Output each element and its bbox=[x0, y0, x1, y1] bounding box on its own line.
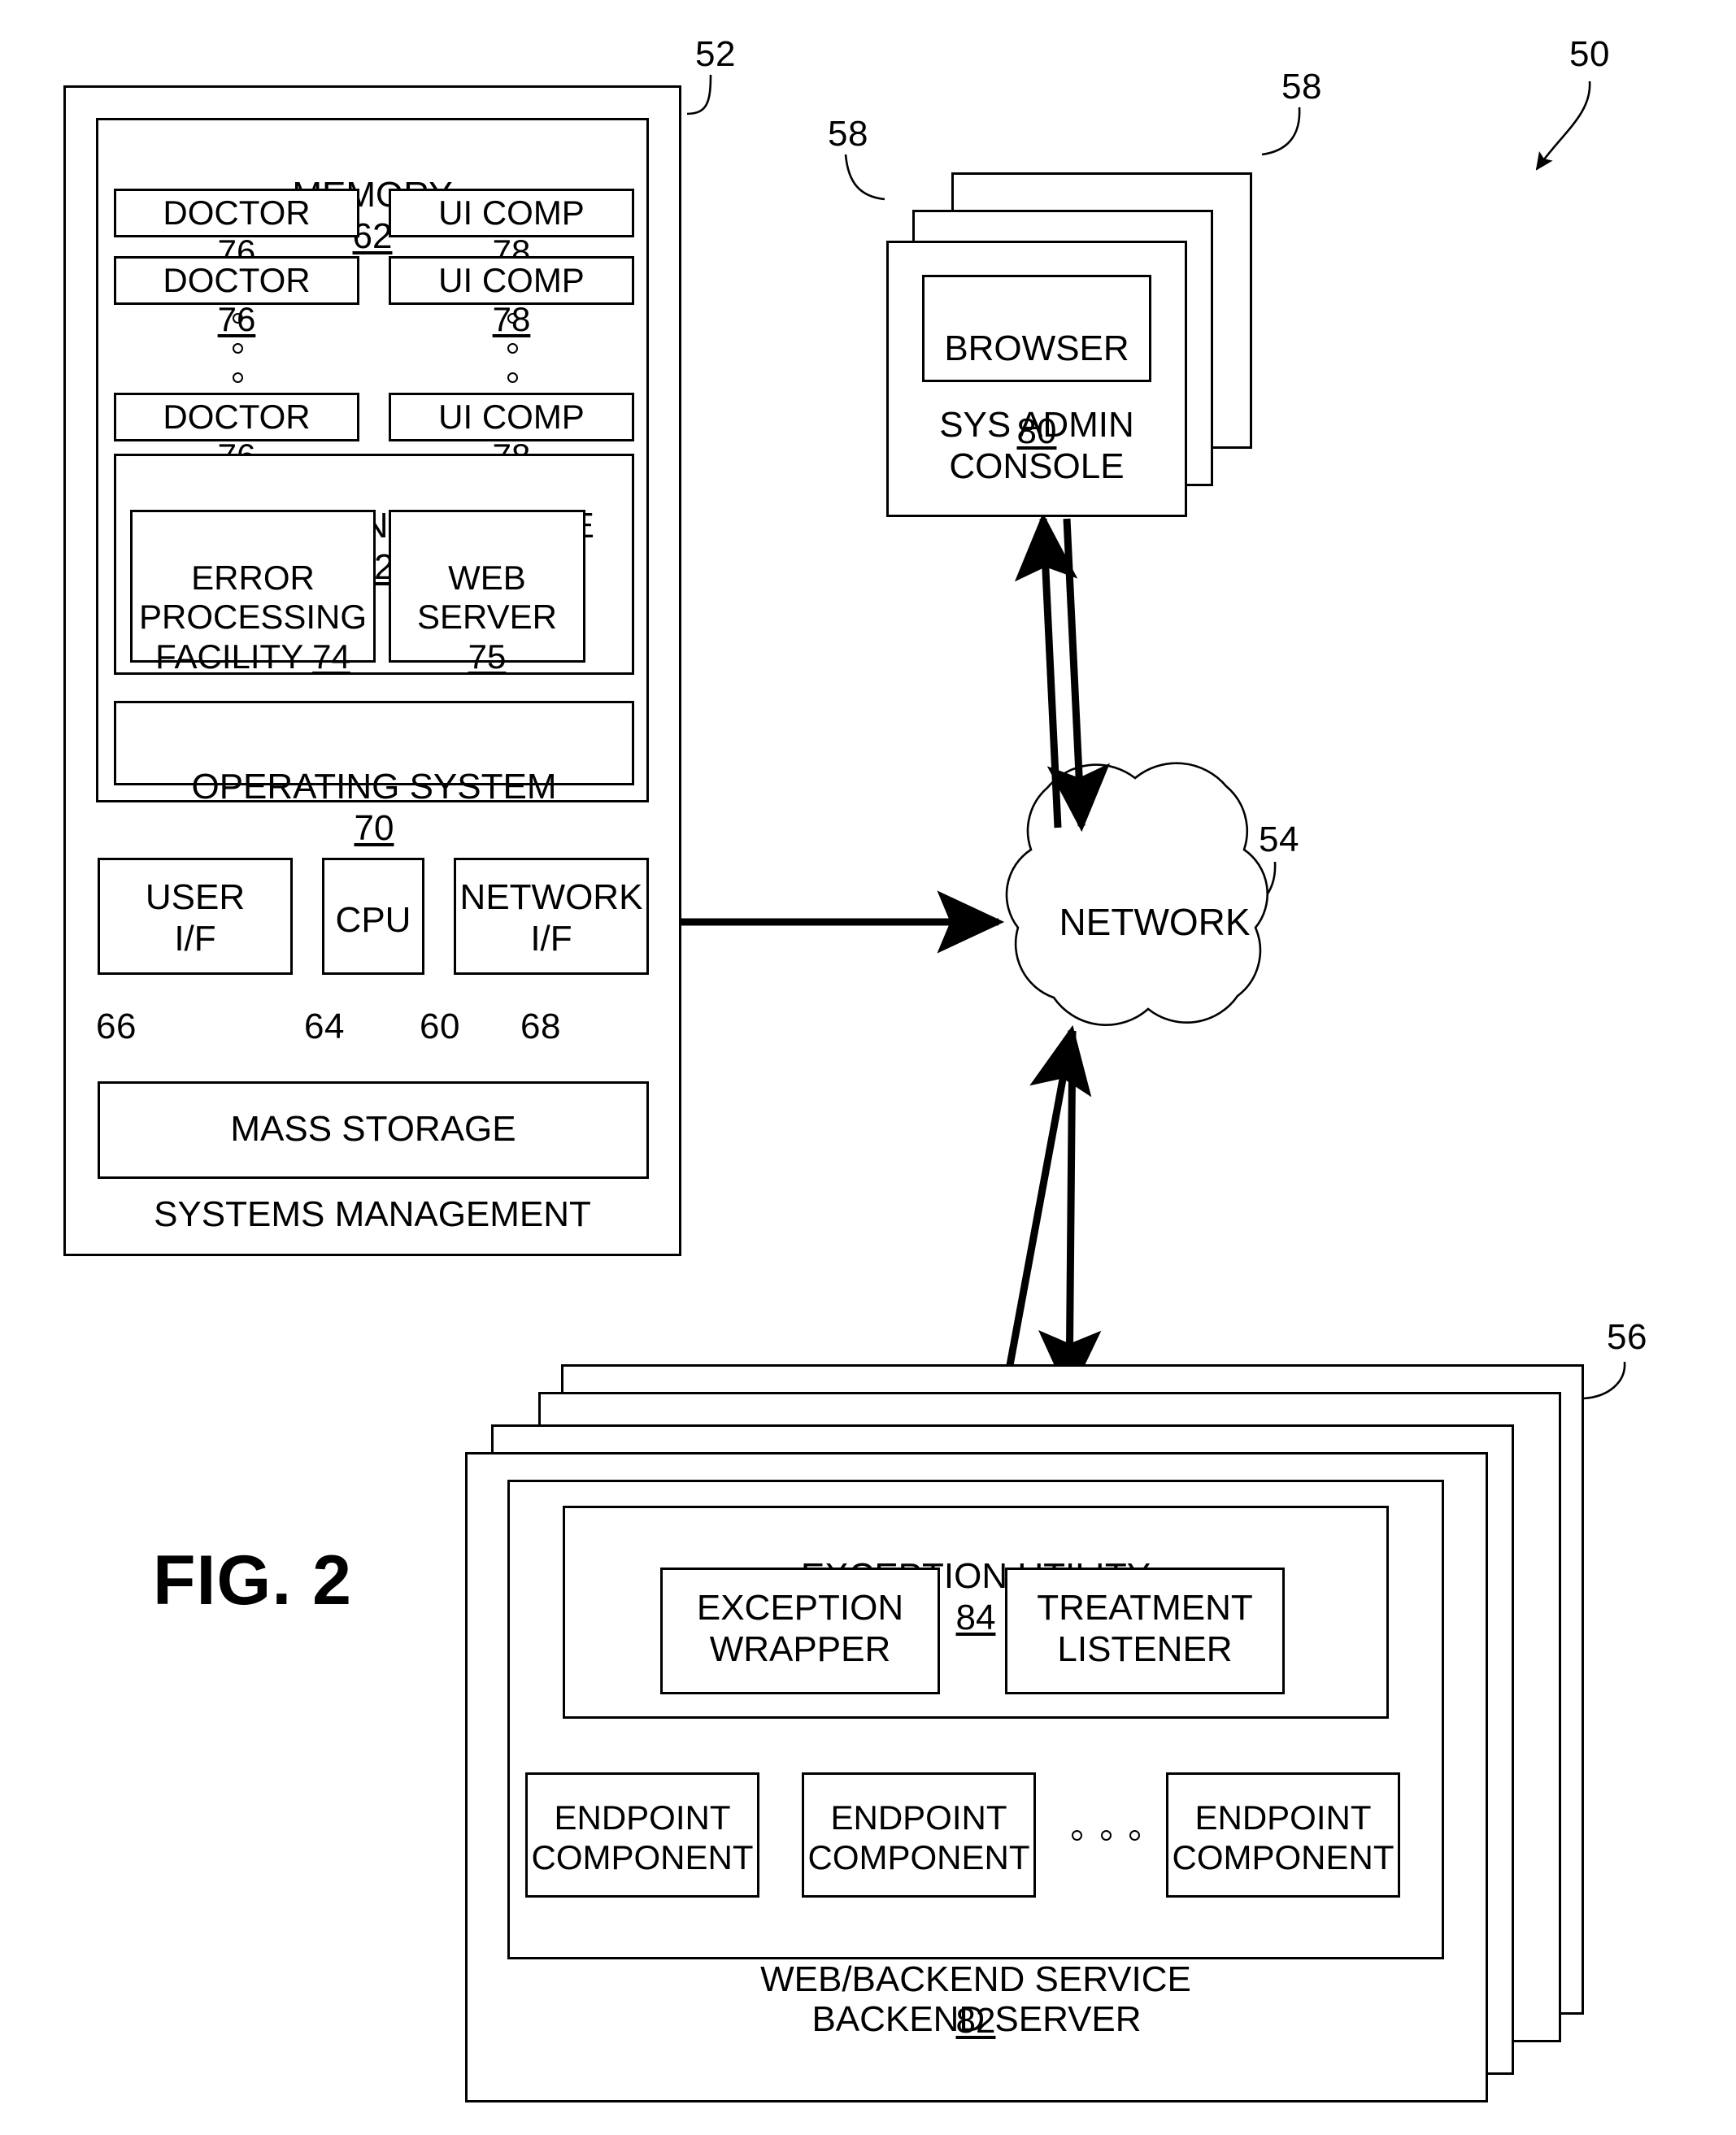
ref-52: 52 bbox=[695, 34, 736, 74]
network-cloud-label: NETWORK bbox=[1059, 901, 1251, 943]
treatment-listener-label: TREATMENT LISTENER bbox=[1037, 1588, 1253, 1670]
ui-comp-box-3: UI COMP 78 bbox=[389, 393, 634, 475]
ref-58-right: 58 bbox=[1281, 67, 1322, 107]
web-server-label: WEB SERVER 75 bbox=[389, 519, 585, 677]
ellipsis-dot bbox=[232, 342, 243, 354]
systems-management-title: SYSTEMS MANAGEMENT bbox=[154, 1194, 591, 1234]
figure-label: FIG. 2 bbox=[153, 1541, 352, 1620]
web-server-text: WEB SERVER bbox=[417, 558, 557, 637]
patent-figure-page: SYSTEMS MANAGEMENT MEMORY 62 DOCTOR 76 D… bbox=[0, 0, 1736, 2135]
browser-text: BROWSER bbox=[944, 328, 1129, 369]
error-processing-facility-ref: 74 bbox=[312, 637, 350, 676]
ui-comp-box-2: UI COMP 78 bbox=[389, 256, 634, 338]
web-backend-service-label: WEB/BACKEND SERVICE 82 bbox=[507, 1917, 1444, 2042]
ellipsis-dot bbox=[232, 313, 243, 324]
exception-utility-ref: 84 bbox=[955, 1598, 996, 1638]
doctor-text-3: DOCTOR bbox=[163, 397, 311, 436]
ref-58-left: 58 bbox=[828, 114, 868, 154]
network-if-label: NETWORK I/F bbox=[459, 877, 643, 959]
exception-wrapper-label: EXCEPTION WRAPPER bbox=[696, 1588, 904, 1670]
doctor-box-3: DOCTOR 76 bbox=[114, 393, 359, 475]
endpoint-component-label-2: ENDPOINT COMPONENT bbox=[807, 1798, 1030, 1876]
web-backend-service-ref: 82 bbox=[955, 2001, 996, 2042]
operating-system-label: OPERATING SYSTEM 70 bbox=[114, 724, 634, 849]
sys-admin-console-title: SYS ADMIN CONSOLE bbox=[939, 405, 1134, 487]
ellipsis-dot bbox=[1129, 1829, 1140, 1841]
ellipsis-dot bbox=[1072, 1829, 1082, 1841]
error-processing-facility-label: ERROR PROCESSING FACILITY 74 bbox=[130, 519, 376, 677]
operating-system-ref: 70 bbox=[354, 808, 394, 849]
ref-60: 60 bbox=[420, 1007, 460, 1046]
doctor-text-2: DOCTOR bbox=[163, 260, 311, 299]
endpoint-component-label-1: ENDPOINT COMPONENT bbox=[531, 1798, 754, 1876]
ellipsis-dot bbox=[507, 342, 518, 354]
ref-68: 68 bbox=[520, 1007, 561, 1046]
mass-storage-label: MASS STORAGE bbox=[230, 1109, 516, 1149]
operating-system-text: OPERATING SYSTEM bbox=[191, 767, 557, 807]
ref-66: 66 bbox=[96, 1007, 137, 1046]
ellipsis-dot bbox=[507, 313, 518, 324]
ref-64: 64 bbox=[304, 1007, 345, 1046]
endpoint-component-label-3: ENDPOINT COMPONENT bbox=[1172, 1798, 1394, 1876]
ref-56-top: 56 bbox=[1607, 1317, 1647, 1357]
cpu-label: CPU bbox=[335, 900, 411, 940]
web-backend-service-text: WEB/BACKEND SERVICE bbox=[760, 1959, 1191, 2000]
web-server-ref: 75 bbox=[468, 637, 507, 676]
ui-comp-text-2: UI COMP bbox=[438, 260, 585, 299]
ui-comp-text-3: UI COMP bbox=[438, 397, 585, 436]
ellipsis-dot bbox=[1100, 1829, 1112, 1841]
doctor-box-2: DOCTOR 76 bbox=[114, 256, 359, 338]
ref-54: 54 bbox=[1259, 820, 1299, 859]
endpoint-ellipsis bbox=[1072, 1828, 1140, 1842]
user-if-label: USER I/F bbox=[145, 877, 246, 959]
ref-50: 50 bbox=[1569, 34, 1610, 74]
